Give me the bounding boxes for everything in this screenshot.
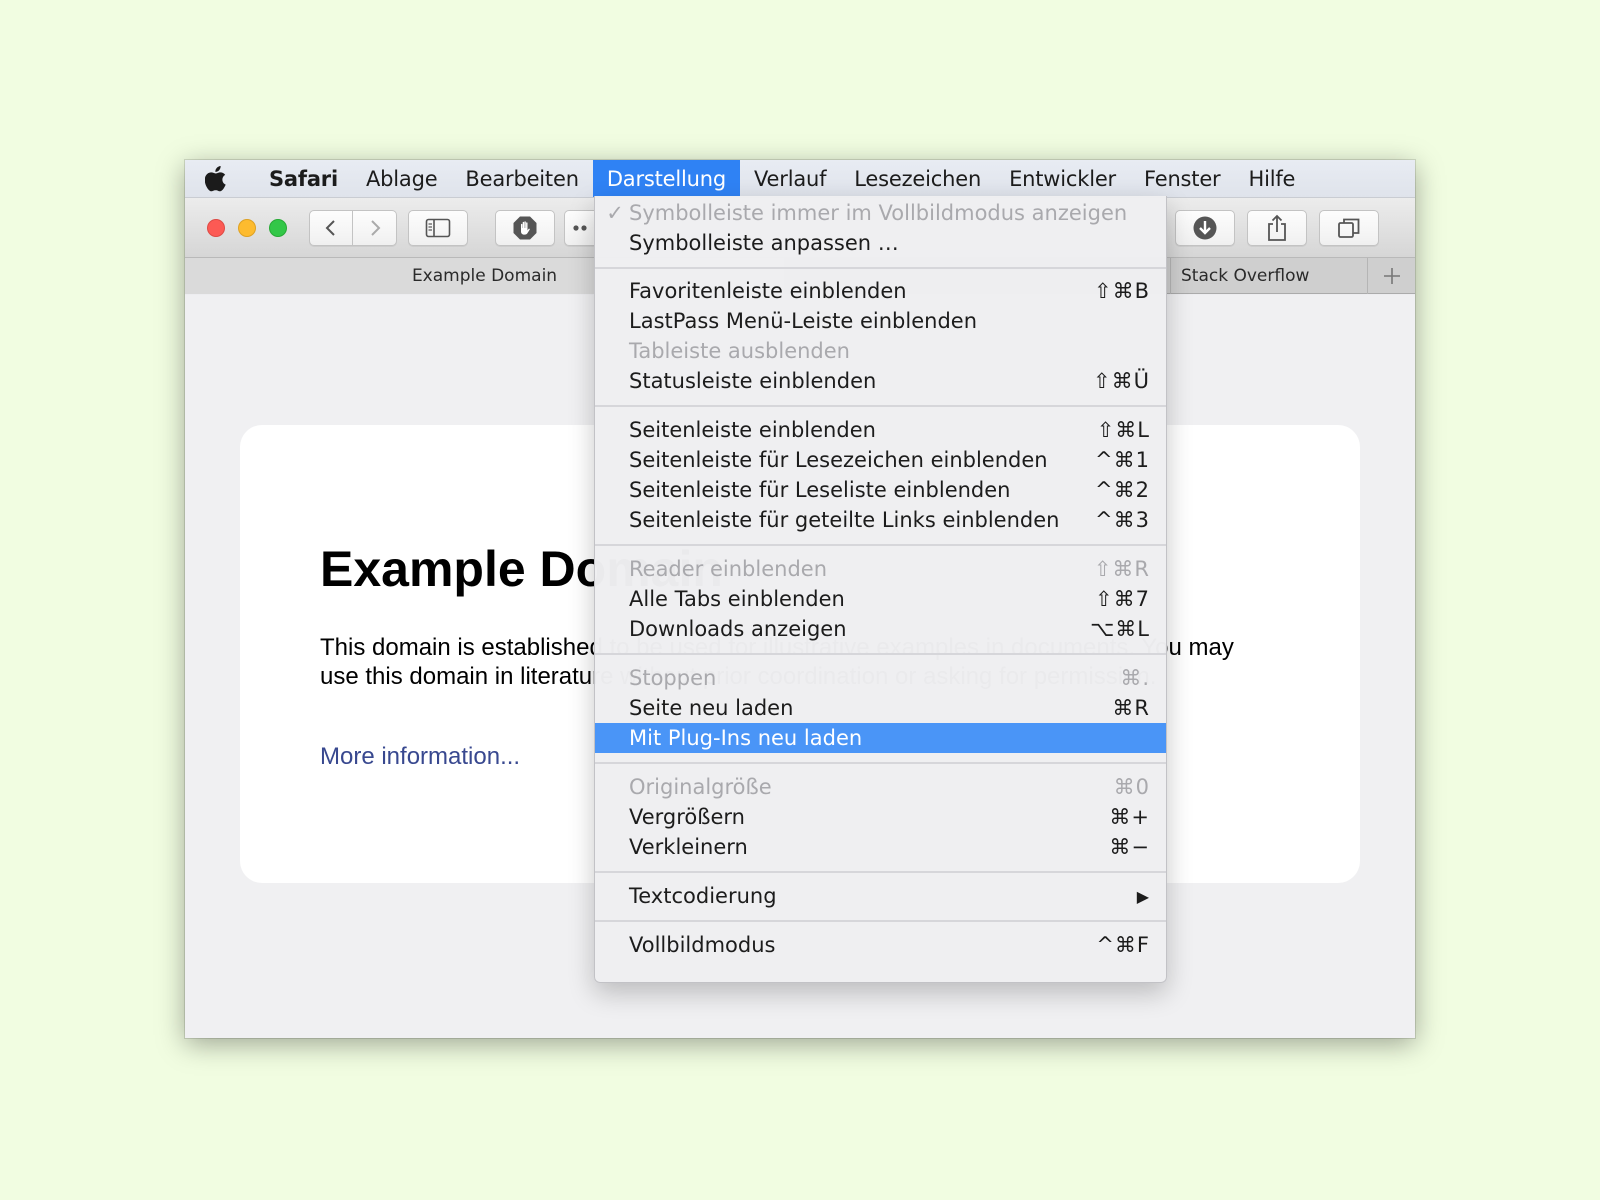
menu-item: Originalgröße ⌘0	[629, 775, 1150, 799]
share-button[interactable]	[1247, 210, 1307, 246]
menu-item[interactable]: Verkleinern ⌘−	[595, 832, 1166, 862]
menu-separator	[595, 762, 1166, 764]
chevron-left-icon	[325, 220, 335, 236]
sidebar-toggle-button[interactable]	[408, 210, 468, 246]
darstellung-menu: ✓ Symbolleiste immer im Vollbildmodus an…	[594, 196, 1167, 983]
extensions-more-button[interactable]	[564, 210, 594, 246]
menu-item-submenu[interactable]: Textcodierung ▶	[595, 881, 1166, 911]
menu-verlauf[interactable]: Verlauf	[740, 160, 840, 197]
chevron-right-icon	[370, 220, 380, 236]
menu-darstellung[interactable]: Darstellung	[592, 160, 740, 197]
menu-item[interactable]: Downloads anzeigen ⌥⌘L	[595, 614, 1166, 644]
menu-entwickler[interactable]: Entwickler	[995, 160, 1130, 197]
menu-item: Tableiste ausblenden	[629, 339, 850, 363]
navigation-buttons	[309, 210, 397, 246]
menu-separator	[595, 653, 1166, 655]
menu-item-highlighted[interactable]: Mit Plug-Ins neu laden	[595, 723, 1166, 753]
menu-bearbeiten[interactable]: Bearbeiten	[451, 160, 592, 197]
menu-separator	[595, 920, 1166, 922]
menu-item[interactable]: Seite neu laden ⌘R	[595, 693, 1166, 723]
submenu-arrow-icon: ▶	[1136, 886, 1150, 906]
new-tab-button[interactable]	[1367, 258, 1415, 294]
menu-item[interactable]: Seitenleiste einblenden ⇧⌘L	[595, 415, 1166, 445]
show-all-tabs-button[interactable]	[1319, 210, 1379, 246]
menu-safari[interactable]: Safari	[247, 160, 352, 197]
menu-separator	[595, 405, 1166, 407]
menu-item: ✓ Symbolleiste immer im Vollbildmodus an…	[595, 198, 1166, 228]
download-icon	[1193, 216, 1217, 240]
menu-hilfe[interactable]: Hilfe	[1235, 160, 1310, 197]
sidebar-icon	[425, 218, 451, 238]
menu-item[interactable]: Seitenleiste für Lesezeichen einblenden …	[595, 445, 1166, 475]
menu-item[interactable]: Vollbildmodus ^⌘F	[595, 930, 1166, 960]
menu-item: Stoppen ⌘.	[629, 666, 1150, 690]
menu-item: Reader einblenden ⇧⌘R	[629, 557, 1150, 581]
menu-ablage[interactable]: Ablage	[352, 160, 451, 197]
menu-lesezeichen[interactable]: Lesezeichen	[840, 160, 995, 197]
menu-separator	[595, 544, 1166, 546]
menu-item[interactable]: Seitenleiste für Leseliste einblenden ^⌘…	[595, 475, 1166, 505]
minimize-window-button[interactable]	[238, 219, 256, 237]
zoom-window-button[interactable]	[269, 219, 287, 237]
adblock-button[interactable]	[495, 210, 555, 246]
checkmark-icon: ✓	[606, 201, 624, 225]
downloads-button[interactable]	[1175, 210, 1235, 246]
menu-fenster[interactable]: Fenster	[1130, 160, 1235, 197]
back-button[interactable]	[309, 210, 353, 246]
tab-stack-overflow[interactable]: Stack Overflow	[1170, 258, 1365, 294]
hand-stop-icon	[513, 216, 537, 240]
plus-icon	[1383, 268, 1400, 284]
menu-item[interactable]: Seitenleiste für geteilte Links einblend…	[595, 505, 1166, 535]
apple-icon[interactable]	[185, 160, 247, 197]
tabs-overview-icon	[1338, 218, 1360, 238]
menu-item[interactable]: Statusleiste einblenden ⇧⌘Ü	[595, 366, 1166, 396]
menu-item[interactable]: Symbolleiste anpassen …	[595, 228, 1166, 258]
menu-separator	[595, 267, 1166, 269]
more-icon	[572, 225, 587, 231]
more-information-link[interactable]: More information...	[320, 743, 520, 771]
menu-item[interactable]: Favoritenleiste einblenden ⇧⌘B	[595, 276, 1166, 306]
menu-item[interactable]: Alle Tabs einblenden ⇧⌘7	[595, 584, 1166, 614]
menu-item[interactable]: LastPass Menü-Leiste einblenden	[595, 306, 1166, 336]
close-window-button[interactable]	[207, 219, 225, 237]
menubar: Safari Ablage Bearbeiten Darstellung Ver…	[185, 160, 1415, 198]
share-icon	[1268, 214, 1286, 241]
menu-separator	[595, 871, 1166, 873]
forward-button[interactable]	[353, 210, 397, 246]
menu-item[interactable]: Vergrößern ⌘+	[595, 802, 1166, 832]
